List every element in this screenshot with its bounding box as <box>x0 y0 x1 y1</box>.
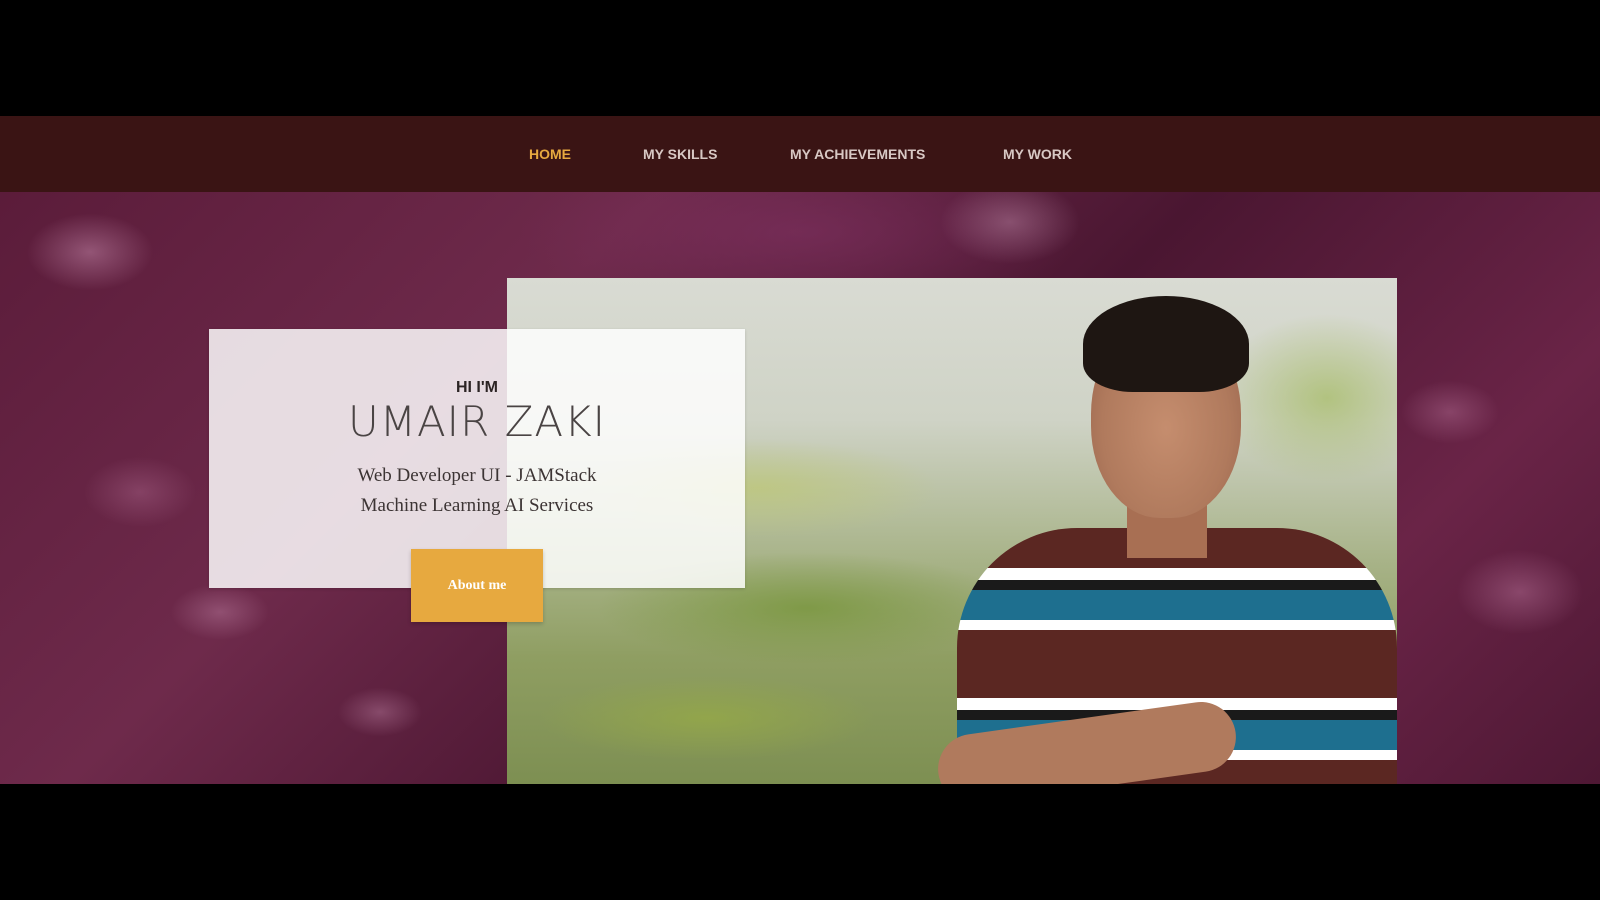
tagline-line-2: Machine Learning AI Services <box>360 495 594 516</box>
person-hair-shape <box>1083 296 1249 392</box>
hero-section: HI I'M UMAIR ZAKI Web Developer UI - JAM… <box>0 192 1600 784</box>
name-heading: UMAIR ZAKI <box>347 397 607 446</box>
nav-item-my-achievements[interactable]: MY ACHIEVEMENTS <box>790 142 925 166</box>
tagline-line-1: Web Developer UI - JAMStack <box>357 465 597 486</box>
nav-item-my-work[interactable]: MY WORK <box>1003 142 1072 166</box>
nav-item-my-skills[interactable]: MY SKILLS <box>643 142 717 166</box>
nav-menu: HOME MY SKILLS MY ACHIEVEMENTS MY WORK <box>0 116 1600 192</box>
about-me-button[interactable]: About me <box>411 549 543 622</box>
greeting-text: HI I'M <box>455 379 499 396</box>
nav-item-home[interactable]: HOME <box>529 142 571 166</box>
main-navigation: HOME MY SKILLS MY ACHIEVEMENTS MY WORK <box>0 116 1600 192</box>
browser-viewport: HOME MY SKILLS MY ACHIEVEMENTS MY WORK H… <box>0 0 1600 900</box>
